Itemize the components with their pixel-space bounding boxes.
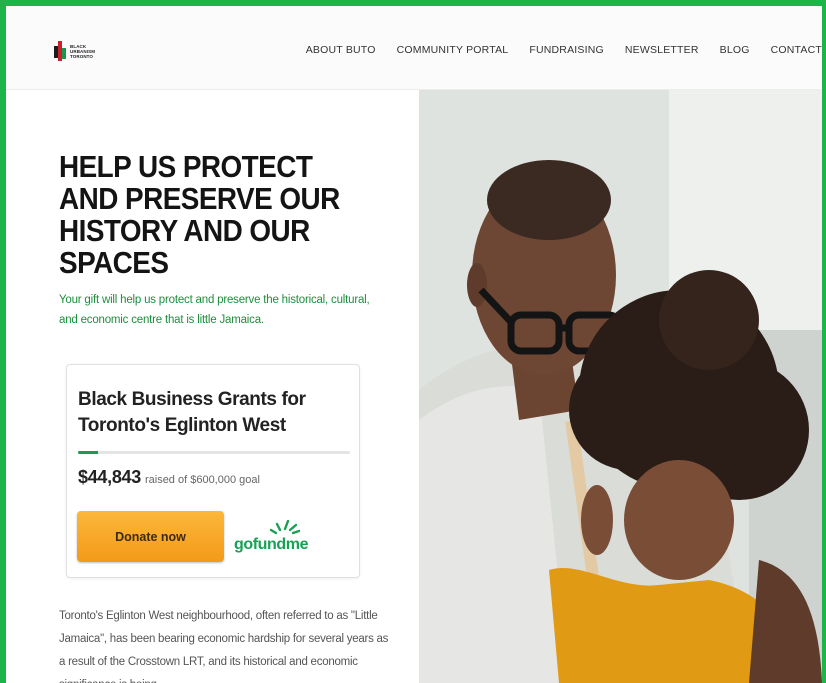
progress-fill	[78, 451, 99, 454]
logo-line-2: URBANISM	[70, 48, 96, 54]
nav-fundraising[interactable]: FUNDRAISING	[529, 44, 604, 56]
gofundme-logo[interactable]: gofundme	[234, 520, 309, 556]
raised-amount: $44,843	[78, 467, 141, 487]
campaign-title[interactable]: Black Business Grants for Toronto's Egli…	[78, 387, 338, 439]
photo-father-and-child-icon	[419, 90, 822, 683]
nav-newsletter[interactable]: NEWSLETTER	[625, 44, 699, 56]
nav-blog[interactable]: BLOG	[720, 44, 750, 56]
body-paragraph: Toronto's Eglinton West neighbourhood, o…	[59, 610, 389, 683]
nav-community-portal[interactable]: COMMUNITY PORTAL	[397, 44, 509, 56]
page: BLACK URBANISM TORONTO ABOUT BUTO COMMUN…	[6, 6, 822, 683]
gofundme-wordmark: gofundme	[234, 536, 309, 553]
site-header: BLACK URBANISM TORONTO ABOUT BUTO COMMUN…	[6, 6, 822, 90]
page-title: HELP US PROTECT AND PRESERVE OUR HISTORY…	[59, 149, 340, 280]
logo-wordmark: BLACK URBANISM TORONTO	[70, 44, 95, 59]
raised-goal-text: raised of $600,000 goal	[144, 474, 260, 486]
progress-bar	[78, 451, 350, 454]
campaign-card: Black Business Grants for Toronto's Egli…	[66, 364, 360, 578]
site-logo[interactable]: BLACK URBANISM TORONTO	[54, 41, 95, 61]
logo-mark-icon	[54, 41, 67, 61]
nav-about-buto[interactable]: ABOUT BUTO	[306, 44, 376, 56]
intro-text: Your gift will help us protect and prese…	[59, 294, 370, 326]
hero-photo	[419, 90, 822, 683]
donate-button[interactable]: Donate now	[77, 511, 224, 562]
nav-contact[interactable]: CONTACT	[771, 44, 822, 56]
main-nav: ABOUT BUTO COMMUNITY PORTAL FUNDRAISING …	[306, 44, 822, 56]
raised-summary: $44,843 raised of $600,000 goal	[78, 467, 260, 488]
logo-line-3: TORONTO	[70, 53, 94, 59]
